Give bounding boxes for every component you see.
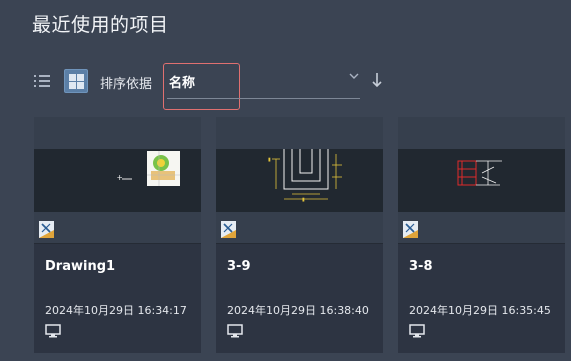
file-name: 3-9 [227, 259, 251, 274]
file-date: 2024年10月29日 16:34:17 [45, 304, 187, 317]
sort-label: 排序依据 [100, 77, 153, 92]
monitor-icon [45, 324, 61, 338]
page-title: 最近使用的项目 [32, 14, 169, 36]
svg-text:▮: ▮ [302, 197, 305, 203]
recent-file-card[interactable]: 3-8 2024年10月29日 16:35:45 [398, 117, 565, 353]
view-toolbar: 排序依据 名称 [0, 62, 571, 110]
app-file-icon [403, 221, 418, 238]
drawing-thumbnail [398, 149, 565, 212]
file-name: Drawing1 [45, 259, 116, 274]
sort-dropdown-value: 名称 [169, 76, 196, 91]
grid-view-button[interactable] [64, 69, 88, 93]
file-date: 2024年10月29日 16:38:40 [227, 304, 369, 317]
recent-file-card[interactable]: ⵜ Drawing1 2024年10月29日 16:34:17 [34, 117, 201, 353]
recent-file-card[interactable]: ▮ ▮ 3-9 2024年10月29日 16:38:40 [216, 117, 383, 353]
svg-text:▮: ▮ [268, 157, 271, 163]
app-file-icon [39, 221, 54, 238]
file-date: 2024年10月29日 16:35:45 [409, 304, 551, 317]
app-file-icon [221, 221, 236, 238]
monitor-icon [409, 324, 425, 338]
chevron-down-icon[interactable] [348, 70, 360, 82]
sort-dropdown-underline [167, 98, 360, 99]
drawing-thumbnail: ▮ ▮ [216, 149, 383, 212]
list-view-button[interactable] [34, 72, 52, 90]
drawing-thumbnail: ⵜ [34, 149, 201, 212]
sort-direction-button[interactable] [370, 71, 384, 89]
monitor-icon [227, 324, 243, 338]
svg-text:ⵜ: ⵜ [117, 174, 123, 182]
file-name: 3-8 [409, 259, 433, 274]
